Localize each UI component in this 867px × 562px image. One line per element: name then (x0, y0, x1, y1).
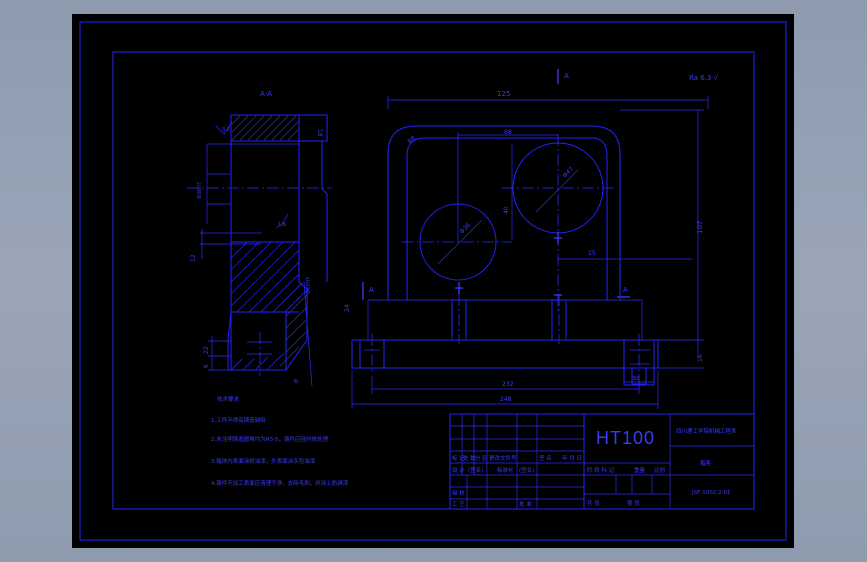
dim-r8: R8 (406, 135, 417, 146)
dim-232: 232 (502, 381, 514, 388)
tech-req-4: 4.铸件不加工表面应清理干净，去除毛刺，并涂上防锈漆 (211, 479, 349, 487)
dim-left-d: 18 (316, 129, 323, 137)
quantity-label: 共 张 (587, 499, 600, 507)
section-mark-right: A (623, 286, 628, 294)
section-mark-left: A (369, 286, 374, 294)
section-view-aa: A-A 12 Φ36H7 Φ47H7 18 22 6 8 3.2 1.6 (187, 90, 332, 387)
svg-text:3.2: 3.2 (222, 127, 230, 133)
inner-border (112, 51, 755, 510)
tech-req-3: 3.箱体内表面涂耐油漆，外表面涂灰色油漆 (211, 457, 316, 465)
roughness-symbol-a: 3.2 (215, 121, 233, 135)
dim-40: 40 (503, 206, 510, 214)
designer-label: 设 计 (452, 466, 465, 474)
section-mark-top: A (564, 72, 569, 80)
sheet-label: 第 张 (627, 499, 640, 507)
cad-viewport[interactable]: A-A 12 Φ36H7 Φ47H7 18 22 6 8 3.2 1.6 Ra … (72, 14, 794, 548)
dim-15: 15 (588, 250, 596, 257)
weight-label: 重量 (634, 466, 646, 474)
rev-header-3: 分 区 (475, 454, 488, 462)
standard-label: 标准化 (497, 466, 514, 474)
dim-24: 24 (344, 304, 351, 312)
dim-107: 107 (696, 221, 704, 234)
drawing-number: JSF-1002.2-01 (691, 490, 731, 496)
svg-text:1.6: 1.6 (278, 222, 286, 228)
stage-marks-label: 阶 段 标 记 (587, 466, 615, 474)
school-name: 四川理工学院机械工程系 (676, 427, 737, 435)
dim-125: 125 (497, 90, 510, 98)
section-view-title: A-A (260, 90, 272, 98)
dim-left-b: Φ36H7 (197, 182, 203, 199)
engineering-drawing: A-A 12 Φ36H7 Φ47H7 18 22 6 8 3.2 1.6 Ra … (79, 21, 787, 541)
standard-sign: (签名) (519, 466, 534, 474)
hatch-top (231, 115, 300, 141)
tech-req-heading: 技术要求 (217, 395, 240, 403)
dim-left-f: 6 (203, 364, 210, 368)
scale-label: 比例 (654, 466, 666, 474)
part-name: 箱座 (700, 459, 712, 467)
dim-left-e: 22 (203, 346, 210, 354)
material-text: HT100 (596, 428, 655, 448)
roughness-note: Ra 6.3 √ (689, 74, 719, 82)
rev-header-4: 更改文件号 (489, 454, 517, 462)
dim-left-a: 12 (190, 254, 197, 262)
dim-left-c: Φ47H7 (306, 277, 312, 294)
review-label: 审 核 (452, 489, 465, 497)
dim-248: 248 (500, 396, 512, 403)
dim-16: 16 (697, 354, 704, 362)
roughness-symbol-b: 1.6 (275, 213, 289, 229)
title-block: 标 记 处 数 分 区 更改文件号 签 名 年 月 日 设 计 (签名) 标准化… (449, 413, 755, 510)
rev-header-6: 年 月 日 (562, 454, 582, 462)
hatch-bottom (230, 241, 308, 370)
tech-req-2: 2.未注明铸造圆角均为R3-5，铸件应经时效处理 (211, 435, 329, 443)
dim-68: 68 (504, 129, 512, 136)
process-label: 工 艺 (452, 501, 465, 508)
dim-d47: Φ47 (561, 166, 575, 180)
approve-label: 批 准 (519, 500, 532, 508)
rev-header-5: 签 名 (539, 454, 552, 462)
front-view: Ra 6.3 √ A A A 125 R8 68 40 Φ36 Φ47 15 1… (344, 69, 719, 409)
designer-sign: (签名) (468, 466, 483, 474)
tech-req-1: 1.工件不得有铸造缺陷 (211, 416, 266, 424)
technical-requirements: 技术要求 1.工件不得有铸造缺陷 2.未注明铸造圆角均为R3-5，铸件应经时效处… (211, 395, 349, 487)
dim-30: 30 (632, 376, 638, 382)
base-plate (351, 339, 659, 369)
dim-d36: Φ36 (458, 222, 472, 236)
dim-left-g: 8 (292, 378, 300, 386)
